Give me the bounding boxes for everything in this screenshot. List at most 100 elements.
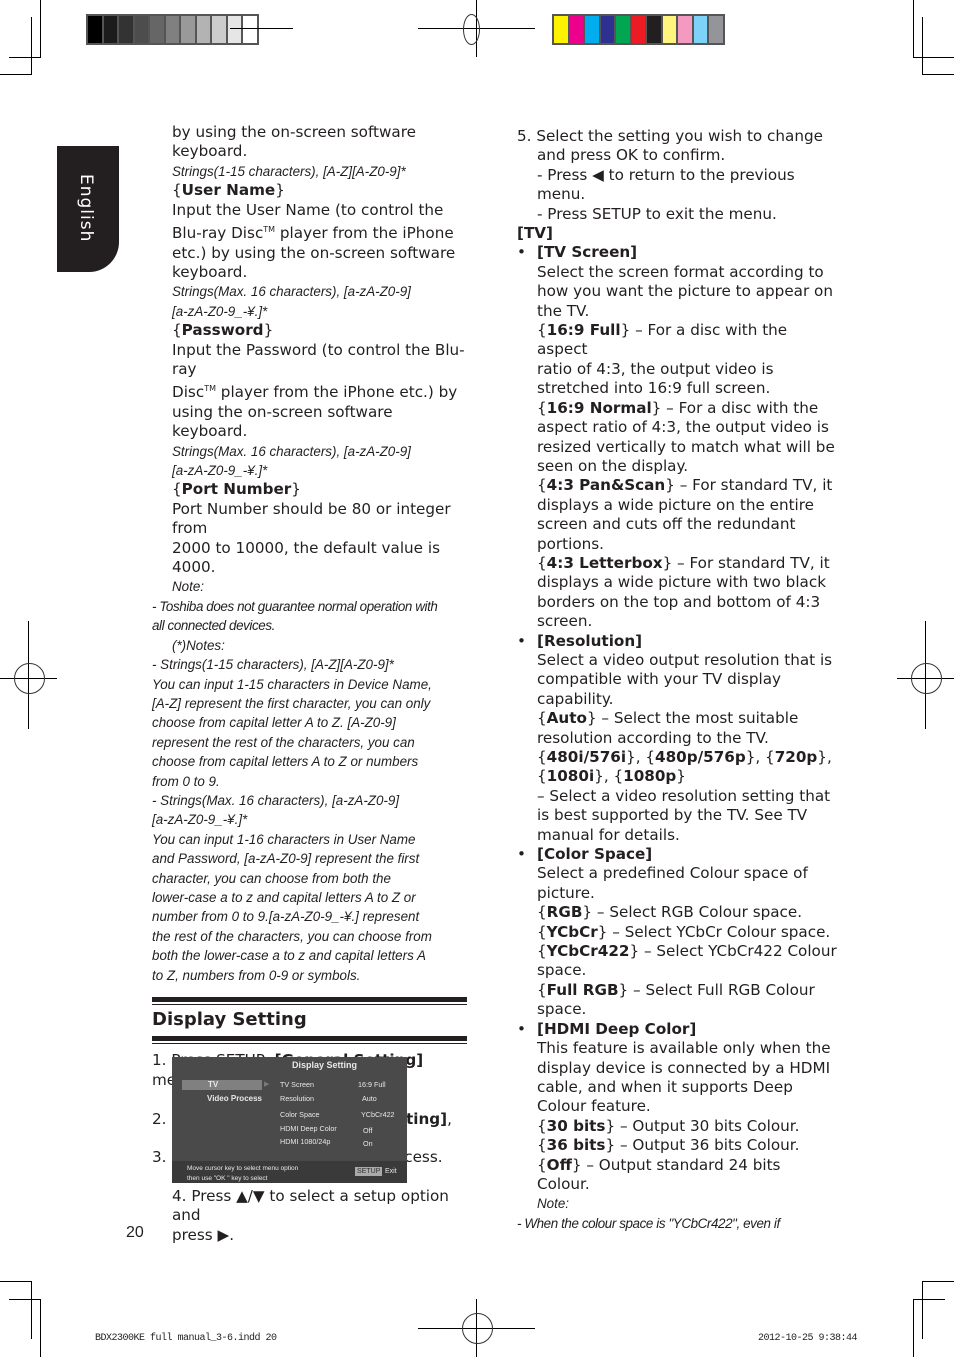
- section-bottom-rule: [152, 1036, 467, 1045]
- osd-option-label[interactable]: HDMI 1080/24p: [280, 1137, 330, 1146]
- color-space-desc: picture.: [537, 883, 595, 902]
- color-swatch: [616, 16, 630, 43]
- notes-line: represent the rest of the characters, yo…: [152, 734, 415, 750]
- osd-option-value: Auto: [362, 1094, 377, 1103]
- user-name-desc: keyboard.: [172, 262, 248, 281]
- osd-display-setting-screen: Display Setting ▶ TV Video Process TV Sc…: [172, 1057, 407, 1183]
- color-swatch: [554, 16, 568, 43]
- osd-exit-label: Exit: [385, 1168, 397, 1175]
- osd-footer: Move cursor key to select menu option th…: [172, 1161, 407, 1183]
- option-text: displays a wide picture with two black: [537, 573, 826, 592]
- user-name-heading: {User Name}: [172, 181, 285, 200]
- hdmi-note-label: Note:: [537, 1196, 570, 1212]
- color-swatch: [88, 16, 102, 43]
- language-tab: English: [57, 146, 119, 272]
- registration-mark: [230, 28, 293, 29]
- registration-circle: [14, 663, 45, 694]
- color-swatch: [585, 16, 599, 43]
- option-text: space.: [537, 961, 587, 980]
- section-top-rule: [152, 997, 467, 1005]
- option-36-bits: {36 bits} – Output 36 bits Colour.: [537, 1136, 800, 1155]
- user-name-desc: etc.) by using the on-screen software: [172, 243, 456, 262]
- crop-mark: [913, 1299, 914, 1357]
- hdmi-desc: cable, and when it supports Deep: [537, 1077, 793, 1096]
- step-4-cont: press ▶.: [172, 1225, 235, 1244]
- color-swatch: [647, 16, 661, 43]
- user-name-rule: Strings(Max. 16 characters), [a-zA-Z0-9]: [172, 284, 411, 300]
- tv-screen-desc: the TV.: [537, 301, 590, 320]
- crop-mark: [913, 1299, 945, 1300]
- resolution-heading: [Resolution]: [537, 631, 643, 650]
- crop-mark: [9, 1299, 41, 1300]
- color-space-section: • [Color Space] Select a predefined Colo…: [517, 845, 837, 1020]
- option-text: portions.: [537, 534, 605, 553]
- hdmi-desc: Colour feature.: [537, 1097, 651, 1116]
- color-swatch: [165, 16, 179, 43]
- bullet: •: [517, 845, 526, 864]
- notes-line: character, you can choose from both the: [152, 870, 391, 886]
- tv-screen-section: • [TV Screen] Select the screen format a…: [517, 243, 837, 631]
- osd-option-value: YCbCr422: [361, 1110, 395, 1119]
- notes-line: You can input 1-15 characters in Device …: [152, 676, 432, 692]
- option-text: is best supported by the TV. See TV: [537, 806, 808, 825]
- password-desc: using the on-screen software keyboard.: [172, 402, 393, 441]
- color-swatch: [150, 16, 164, 43]
- password-desc: Input the Password (to control the Blu-r…: [172, 340, 465, 378]
- step-5-back-cont: menu.: [537, 185, 586, 204]
- crop-mark: [31, 1281, 32, 1339]
- notes-line: and Password, [a-zA-Z0-9] represent the …: [152, 851, 420, 867]
- osd-right-arrow-icon: ▶: [264, 1081, 270, 1088]
- crop-mark: [0, 1281, 31, 1282]
- resolution-options: {1080i}, {1080p}: [537, 767, 686, 786]
- notes-label: (*)Notes:: [172, 637, 225, 653]
- osd-menu-video-process[interactable]: Video Process: [207, 1094, 262, 1103]
- registration-circle: [463, 14, 480, 45]
- notes-line: lower-case a to z and capital letters A …: [152, 889, 416, 905]
- osd-option-label[interactable]: HDMI Deep Color: [280, 1124, 337, 1133]
- notes-line: number from 0 to 9.[a-zA-Z0-9_-¥.] repre…: [152, 909, 420, 925]
- osd-menu-tv[interactable]: TV: [208, 1080, 218, 1089]
- option-text: displays a wide picture on the entire: [537, 495, 815, 514]
- password-heading: {Password}: [172, 321, 274, 340]
- option-text: resized vertically to match what will be: [537, 437, 835, 456]
- osd-option-label[interactable]: Color Space: [280, 1110, 320, 1119]
- notes-line: both the lower-case a to z and capital l…: [152, 948, 426, 964]
- option-off: {Off} – Output standard 24 bits Colour.: [537, 1155, 781, 1193]
- option-text: space.: [537, 1000, 587, 1019]
- notes-body: - Strings(1-15 characters), [A-Z][A-Z0-9…: [152, 655, 467, 985]
- resolution-desc: compatible with your TV display: [537, 670, 782, 689]
- osd-option-label[interactable]: TV Screen: [280, 1080, 314, 1089]
- crop-mark: [922, 1281, 954, 1282]
- option-text: resolution according to the TV.: [537, 728, 769, 747]
- note-line: - Toshiba does not guarantee normal oper…: [152, 598, 438, 614]
- tv-screen-heading: [TV Screen]: [537, 243, 638, 262]
- option-full-rgb: {Full RGB} – Select Full RGB Colour: [537, 980, 815, 999]
- color-swatch: [569, 16, 583, 43]
- color-swatch: [678, 16, 692, 43]
- crop-mark: [913, 57, 954, 58]
- resolution-section: • [Resolution] Select a video output res…: [517, 632, 837, 845]
- slug-file: BDX2300KE full manual_3-6.indd 20: [95, 1333, 277, 1344]
- option-ycbcr: {YCbCr} – Select YCbCr Colour space.: [537, 922, 831, 941]
- osd-option-label[interactable]: Resolution: [280, 1094, 314, 1103]
- color-swatch: [631, 16, 645, 43]
- hdmi-deep-color-heading: [HDMI Deep Color]: [537, 1019, 697, 1038]
- color-swatch: [212, 16, 226, 43]
- notes-line: You can input 1-16 characters in User Na…: [152, 831, 416, 847]
- notes-line: the rest of the characters, you can choo…: [152, 928, 432, 944]
- intro-line: keyboard.: [172, 142, 248, 161]
- hdmi-desc: This feature is available only when the: [537, 1039, 831, 1058]
- crop-mark: [922, 1281, 923, 1339]
- bullet: •: [517, 243, 526, 262]
- color-swatch-bar: [552, 14, 725, 45]
- notes-line: [A-Z] represent the first character, you…: [152, 695, 431, 711]
- option-rgb: {RGB} – Select RGB Colour space.: [537, 903, 803, 922]
- port-number-desc: 2000 to 10000, the default value is 4000…: [172, 538, 440, 577]
- tv-screen-desc: how you want the picture to appear on: [537, 282, 833, 301]
- option-30-bits: {30 bits} – Output 30 bits Colour.: [537, 1116, 800, 1135]
- step-5-cont: and press OK to confirm.: [537, 146, 726, 165]
- option-4-3-letterbox: {4:3 Letterbox} – For standard TV, it: [537, 553, 830, 572]
- crop-mark: [40, 1299, 41, 1357]
- color-swatch: [709, 16, 723, 43]
- page-number: 20: [126, 1224, 144, 1241]
